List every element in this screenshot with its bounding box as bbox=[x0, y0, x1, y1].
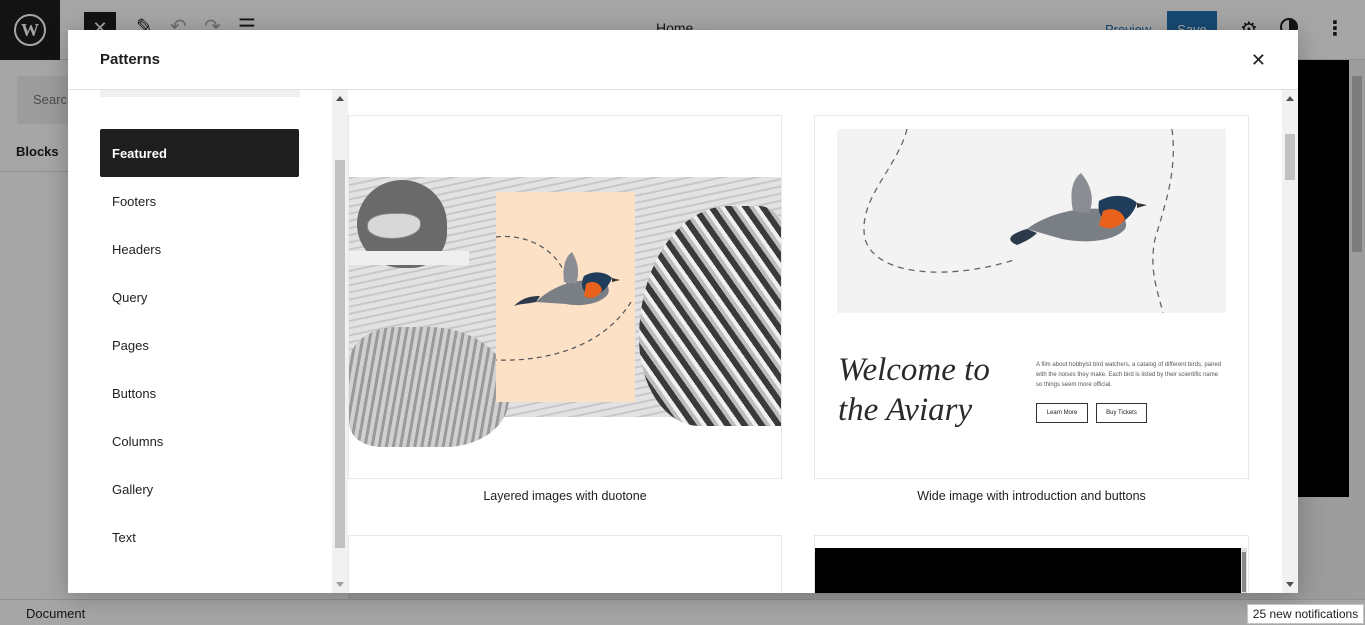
pattern-categories-panel: Featured Footers Headers Query Pages But… bbox=[68, 90, 332, 593]
category-columns[interactable]: Columns bbox=[100, 417, 299, 465]
scroll-down-icon[interactable] bbox=[1286, 582, 1294, 587]
robin-flight-icon bbox=[863, 128, 1174, 314]
categories-scrollbar-thumb[interactable] bbox=[335, 160, 345, 548]
pattern-label: Layered images with duotone bbox=[483, 489, 647, 503]
pattern-grid: Layered images with duotone Welcome to t… bbox=[348, 90, 1282, 593]
patterns-scrollbar[interactable] bbox=[1282, 90, 1298, 593]
category-headers[interactable]: Headers bbox=[100, 225, 299, 273]
pattern-label: Wide image with introduction and buttons bbox=[917, 489, 1146, 503]
pattern-layered-images-duotone[interactable]: Layered images with duotone bbox=[348, 115, 782, 510]
buy-tickets-button: Buy Tickets bbox=[1096, 403, 1147, 423]
learn-more-button: Learn More bbox=[1036, 403, 1088, 423]
pattern-preview bbox=[348, 115, 782, 479]
category-gallery[interactable]: Gallery bbox=[100, 465, 299, 513]
scroll-down-icon[interactable] bbox=[336, 582, 344, 587]
pattern-wide-image-introduction-buttons[interactable]: Welcome to the Aviary A film about hobby… bbox=[814, 115, 1249, 510]
bird-sky-image bbox=[837, 128, 1226, 314]
category-list: Featured Footers Headers Query Pages But… bbox=[100, 129, 299, 561]
pattern-preview bbox=[814, 535, 1249, 593]
category-pages[interactable]: Pages bbox=[100, 321, 299, 369]
feathers-shape bbox=[639, 206, 781, 426]
dark-cover-image bbox=[815, 548, 1241, 593]
category-footers[interactable]: Footers bbox=[100, 177, 299, 225]
category-text[interactable]: Text bbox=[100, 513, 299, 561]
scroll-up-icon[interactable] bbox=[1286, 96, 1294, 101]
modal-title: Patterns bbox=[100, 51, 161, 68]
duck-body-shape bbox=[349, 327, 509, 447]
categories-scrollbar[interactable] bbox=[332, 90, 348, 593]
pattern-preview: Welcome to the Aviary A film about hobby… bbox=[814, 115, 1249, 479]
patterns-modal: Patterns ✕ Featured Footers Headers Quer… bbox=[68, 30, 1298, 593]
patterns-scrollbar-thumb[interactable] bbox=[1285, 134, 1295, 180]
robin-illustration-icon bbox=[495, 235, 632, 361]
scroll-up-icon[interactable] bbox=[336, 96, 344, 101]
category-buttons[interactable]: Buttons bbox=[100, 369, 299, 417]
pattern-card-4[interactable] bbox=[814, 535, 1249, 593]
category-featured[interactable]: Featured bbox=[100, 129, 299, 177]
pattern-preview bbox=[348, 535, 782, 593]
aviary-heading-line-2: the Aviary bbox=[838, 392, 973, 428]
aviary-heading: Welcome to the Aviary bbox=[838, 350, 990, 430]
pattern-card-3[interactable] bbox=[348, 535, 782, 593]
category-search-input[interactable] bbox=[100, 90, 300, 97]
bird-card-image bbox=[495, 192, 635, 402]
duck-neck-ring bbox=[349, 251, 469, 265]
preview-scrollbar bbox=[1241, 548, 1247, 593]
category-query[interactable]: Query bbox=[100, 273, 299, 321]
notifications-toast[interactable]: 25 new notifications bbox=[1247, 604, 1364, 624]
aviary-description: A film about hobbyist bird watchers, a c… bbox=[1036, 362, 1221, 388]
preview-scrollbar-thumb bbox=[1242, 552, 1246, 592]
aviary-heading-line-1: Welcome to bbox=[838, 352, 990, 388]
modal-header: Patterns ✕ bbox=[68, 30, 1298, 90]
close-icon[interactable]: ✕ bbox=[1251, 50, 1266, 71]
